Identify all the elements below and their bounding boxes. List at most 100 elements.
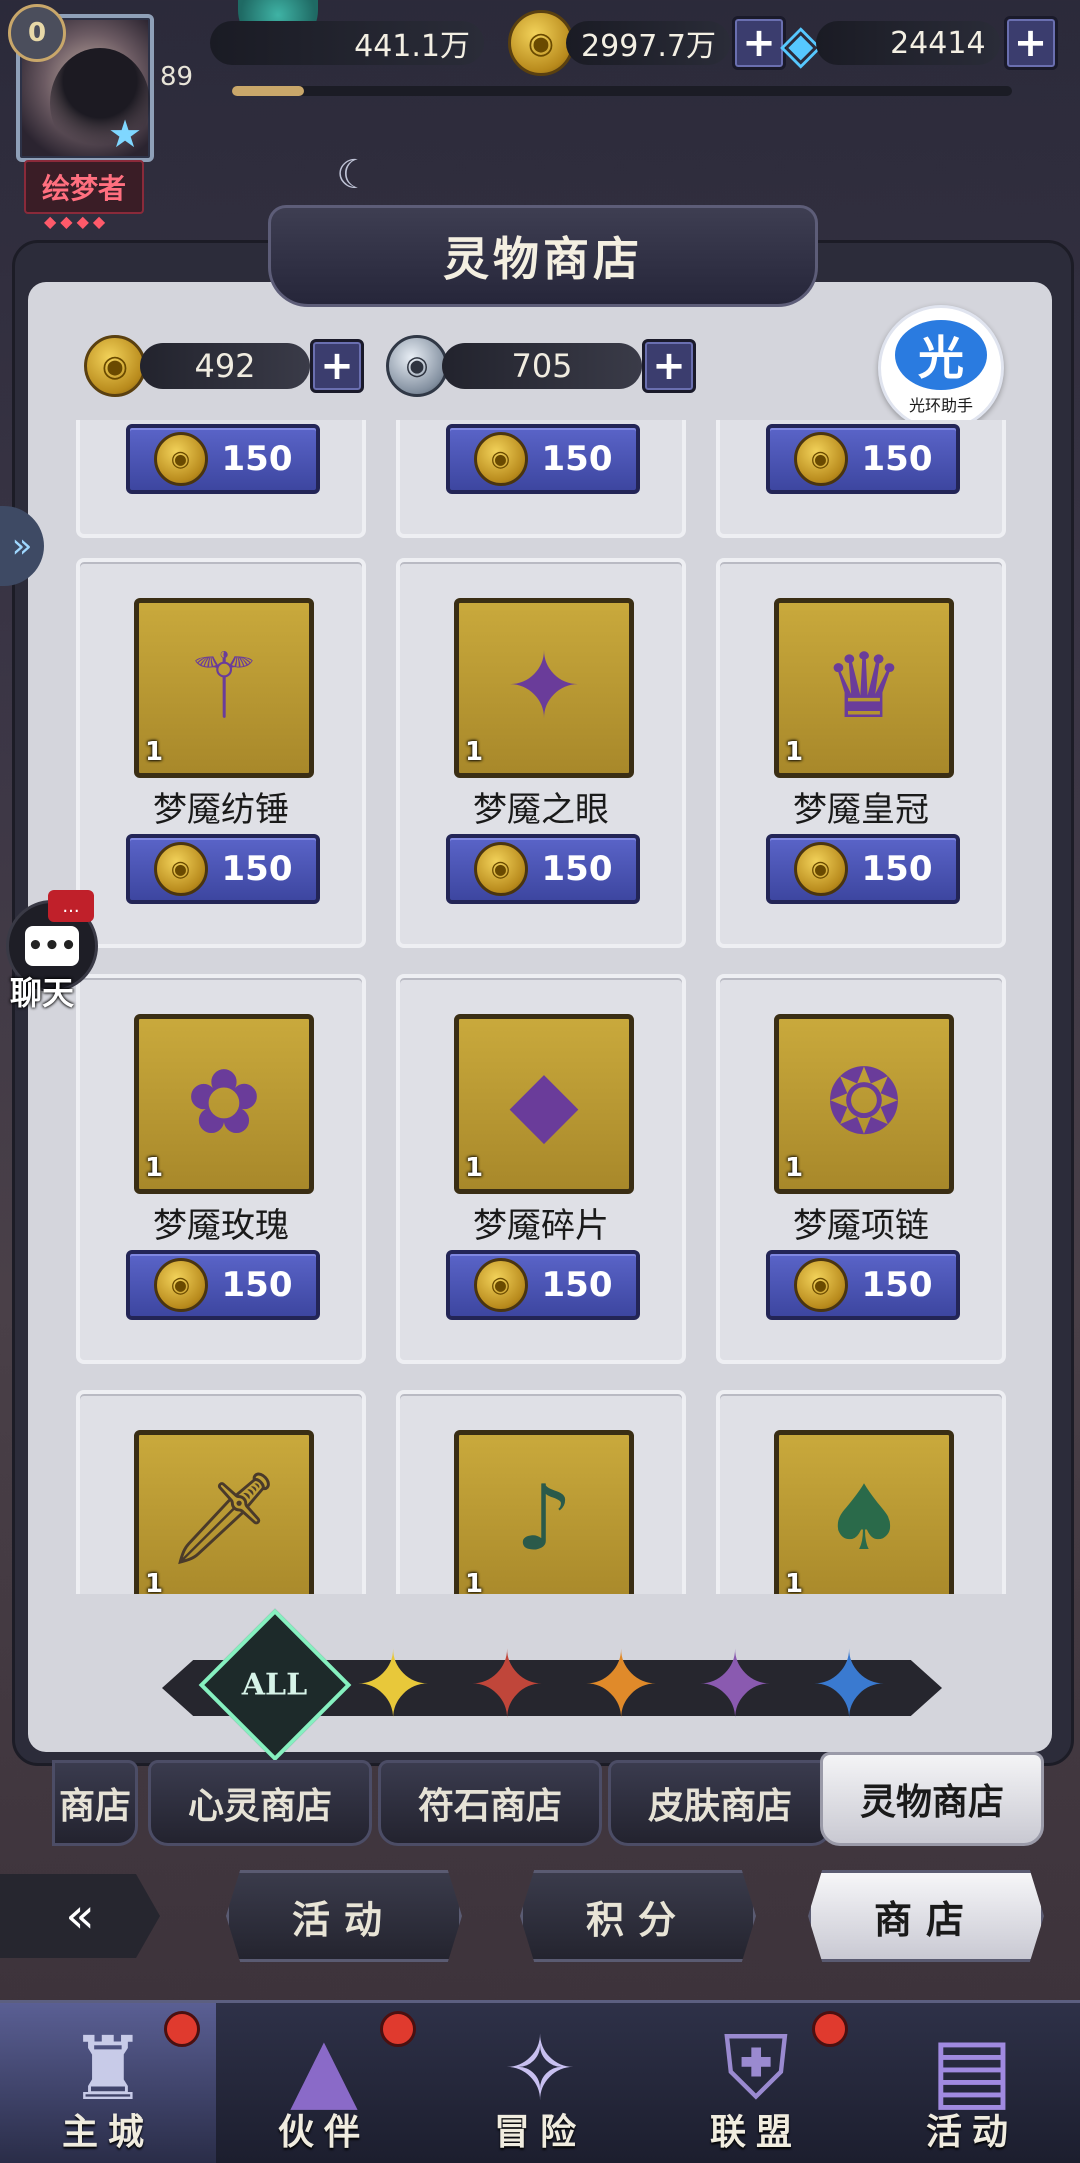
orange-star-icon[interactable]: ✦ [566, 1620, 676, 1750]
nav-events[interactable]: ▤ 活动 [864, 2003, 1080, 2163]
player-title[interactable]: 绘梦者 [24, 160, 144, 214]
item-count: 1 [785, 1569, 804, 1594]
shop-item-card[interactable]: ◉ 150 [76, 420, 366, 538]
necklace-icon: ❂ [826, 1049, 902, 1155]
shop-item-card[interactable]: ◉ 150 [716, 420, 1006, 538]
item-name: 梦魇纺锤 [153, 790, 289, 830]
red-star-icon[interactable]: ✦ [452, 1620, 562, 1750]
shop-item-card[interactable]: ✦ 1 梦魇之眼 ◉ 150 [396, 558, 686, 948]
coin-icon: ◉ [473, 432, 528, 486]
gold-value: 2997.7万 [566, 21, 730, 65]
item-price: 150 [861, 439, 933, 479]
item-price: 150 [541, 439, 613, 479]
shop-gold-counter: ◉ 492 + [84, 335, 364, 397]
shop-item-card[interactable]: ♠ 1 [716, 1390, 1006, 1594]
item-grid: ◉ 150 ◉ 150 ◉ 150 ⚚ 1 梦魇纺锤 ◉ 150 ✦ 1 梦魇之眼 ◉ 1… [58, 420, 1018, 1594]
notification-dot [812, 2011, 848, 2047]
castle-icon: ♜ [68, 2016, 148, 2120]
add-gold-button[interactable]: + [732, 16, 786, 70]
tab-shop[interactable]: 商店 [52, 1760, 138, 1846]
shop-item-card[interactable]: 🗡 1 [76, 1390, 366, 1594]
shop-item-card[interactable]: ♪ 1 [396, 1390, 686, 1594]
compass-icon: ✧ [503, 2016, 577, 2120]
item-slot: ♛ 1 [774, 598, 954, 778]
gold-coin-icon: ◉ [508, 10, 574, 76]
eye-gem-icon: ✦ [506, 633, 582, 739]
moon-ornament-icon: ☾ [336, 152, 372, 198]
coin-icon: ◉ [793, 1258, 848, 1312]
top-hud: 441.1万 ◉ 2997.7万 + ◈ 24414 + [0, 0, 1080, 110]
shield-icon: ⛨ [722, 2015, 789, 2119]
item-price: 150 [861, 849, 933, 889]
coin-icon: ◉ [473, 842, 528, 896]
tab-heart-shop[interactable]: 心灵商店 [148, 1760, 372, 1846]
sub-nav-points[interactable]: 积分 [520, 1870, 756, 1962]
item-count: 1 [465, 1153, 484, 1183]
filter-all[interactable]: ALL [198, 1608, 352, 1762]
shop-header: 灵物商店 [268, 205, 818, 307]
price-button[interactable]: ◉ 150 [126, 1250, 320, 1320]
shop-item-card[interactable]: ❂ 1 梦魇项链 ◉ 150 [716, 974, 1006, 1364]
price-button[interactable]: ◉ 150 [766, 1250, 960, 1320]
nav-alliance[interactable]: ⛨ 联盟 [648, 2003, 864, 2163]
back-arrow-icon: « [65, 1888, 95, 1944]
price-button[interactable]: ◉ 150 [126, 424, 320, 494]
shop-item-card[interactable]: ⚚ 1 梦魇纺锤 ◉ 150 [76, 558, 366, 948]
spindle-icon: ⚚ [183, 633, 265, 739]
nav-partners[interactable]: ▲ 伙伴 [216, 2003, 432, 2163]
diamond-value: 24414 [815, 21, 1000, 65]
tab-rune-shop[interactable]: 符石商店 [378, 1760, 602, 1846]
rarity-filter-bar: ALL ✦ ✦ ✦ ✦ ✦ [162, 1608, 942, 1762]
item-price: 150 [541, 1265, 613, 1305]
nav-adventure[interactable]: ✧ 冒险 [432, 2003, 648, 2163]
item-slot: 🗡 1 [134, 1430, 314, 1594]
price-button[interactable]: ◉ 150 [446, 424, 640, 494]
item-slot: ✦ 1 [454, 598, 634, 778]
item-slot: ♪ 1 [454, 1430, 634, 1594]
add-shop-gold-button[interactable]: + [310, 339, 364, 393]
price-button[interactable]: ◉ 150 [446, 834, 640, 904]
shop-item-card[interactable]: ◉ 150 [396, 420, 686, 538]
blue-star-icon[interactable]: ✦ [794, 1620, 904, 1750]
price-button[interactable]: ◉ 150 [126, 834, 320, 904]
back-button[interactable]: « [0, 1874, 160, 1958]
price-button[interactable]: ◉ 150 [766, 834, 960, 904]
diamond-counter: ◈ 24414 + [780, 12, 1058, 75]
item-count: 1 [465, 1569, 484, 1594]
item-price: 150 [221, 439, 293, 479]
add-diamond-button[interactable]: + [1003, 16, 1058, 70]
shop-category-tabs: 商店 心灵商店 符石商店 皮肤商店 灵物商店 [52, 1752, 1052, 1846]
price-button[interactable]: ◉ 150 [446, 1250, 640, 1320]
shop-item-card[interactable]: ♛ 1 梦魇皇冠 ◉ 150 [716, 558, 1006, 948]
shop-silver-counter: ◉ 705 + [386, 335, 696, 397]
coin-icon: ◉ [793, 432, 848, 486]
item-name: 梦魇玫瑰 [153, 1206, 289, 1246]
nav-main-city[interactable]: ♜ 主城 [0, 2003, 216, 2163]
purple-star-icon[interactable]: ✦ [680, 1620, 790, 1750]
coin-icon: ◉ [153, 432, 208, 486]
chat-notify-badge: ... [48, 890, 94, 922]
item-slot: ✿ 1 [134, 1014, 314, 1194]
resource-1-counter: 441.1万 [210, 18, 484, 68]
item-price: 150 [221, 849, 293, 889]
yellow-star-icon[interactable]: ✦ [338, 1620, 448, 1750]
xp-bar [232, 86, 1012, 96]
gold-counter: ◉ 2997.7万 + [508, 10, 786, 76]
double-chevron-right-icon: » [11, 526, 33, 566]
item-name: 梦魇项链 [793, 1206, 929, 1246]
item-name: 梦魇碎片 [473, 1206, 609, 1246]
add-shop-silver-button[interactable]: + [642, 339, 696, 393]
notification-dot [380, 2011, 416, 2047]
shop-item-card[interactable]: ✿ 1 梦魇玫瑰 ◉ 150 [76, 974, 366, 1364]
halo-helper-label: 光环助手 [908, 396, 973, 415]
price-button[interactable]: ◉ 150 [766, 424, 960, 494]
tab-skin-shop[interactable]: 皮肤商店 [608, 1760, 832, 1846]
sub-nav-events[interactable]: 活动 [226, 1870, 462, 1962]
tab-spirit-shop[interactable]: 灵物商店 [820, 1752, 1044, 1846]
halo-helper-button[interactable]: 光 光环助手 [878, 305, 1004, 431]
notification-dot [164, 2011, 200, 2047]
item-count: 1 [785, 1153, 804, 1183]
sub-nav-shop[interactable]: 商店 [808, 1870, 1044, 1962]
shop-gold-value: 492 [140, 343, 310, 389]
shop-item-card[interactable]: ◆ 1 梦魇碎片 ◉ 150 [396, 974, 686, 1364]
